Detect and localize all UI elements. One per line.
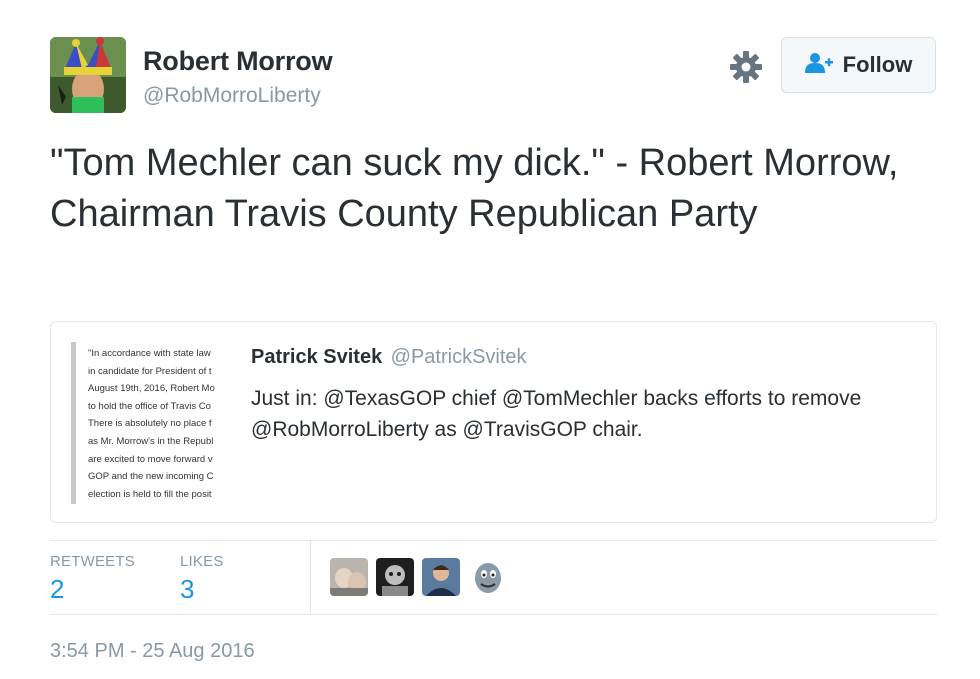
quoted-tweet-text: Just in: @TexasGOP chief @TomMechler bac… [251,387,862,441]
media-text-line: There is absolutely no place f [88,418,212,430]
stats-vertical-divider [310,541,311,614]
likes-label: LIKES [180,553,224,570]
quoted-tweet-media[interactable]: "In accordance with state law in candida… [71,342,233,504]
retweets-label: RETWEETS [50,553,135,570]
follow-label: Follow [842,52,913,77]
stats-bottom-divider [50,614,937,615]
author-avatar[interactable] [50,37,126,113]
quoted-author-name: Patrick Svitek [251,346,383,368]
retweets-stat[interactable]: RETWEETS 2 [50,553,135,605]
gear-icon[interactable] [729,50,763,84]
retweets-count: 2 [50,574,65,604]
liker-avatar-2[interactable] [376,558,414,596]
jester-hat-avatar-icon [50,37,126,113]
likers-avatars [330,558,506,596]
media-text-line: election is held to fill the posit [88,488,212,500]
tweet-text: "Tom Mechler can suck my dick." - Robert… [50,142,899,235]
add-user-icon [804,52,833,79]
likes-count: 3 [180,574,195,604]
quoted-author-handle: @PatrickSvitek [390,346,527,368]
media-text-line: "In accordance with state law [88,348,211,359]
media-text-line: are excited to move forward v [88,453,213,465]
author-screen-name[interactable]: @RobMorroLiberty [143,84,321,108]
liker-avatar-1[interactable] [330,558,368,596]
media-text-line: GOP and the new incoming C [88,471,214,483]
media-text-line: as Mr. Morrow's in the Republ [88,435,214,447]
author-display-name[interactable]: Robert Morrow [143,46,333,77]
liker-avatar-3[interactable] [422,558,460,596]
stats-top-divider [50,540,937,541]
media-text-line: August 19th, 2016, Robert Mo [88,383,215,395]
quoted-tweet-author: Patrick Svitek @PatrickSvitek [251,346,527,369]
media-text-line: in candidate for President of t [88,365,212,377]
likes-stat[interactable]: LIKES 3 [180,553,224,605]
tweet-timestamp[interactable]: 3:54 PM - 25 Aug 2016 [50,640,255,663]
media-text-line: to hold the office of Travis Co [88,400,211,412]
follow-button[interactable]: Follow [781,37,936,93]
quoted-tweet-card[interactable]: "In accordance with state law in candida… [50,321,937,523]
liker-avatar-4[interactable] [468,558,506,596]
